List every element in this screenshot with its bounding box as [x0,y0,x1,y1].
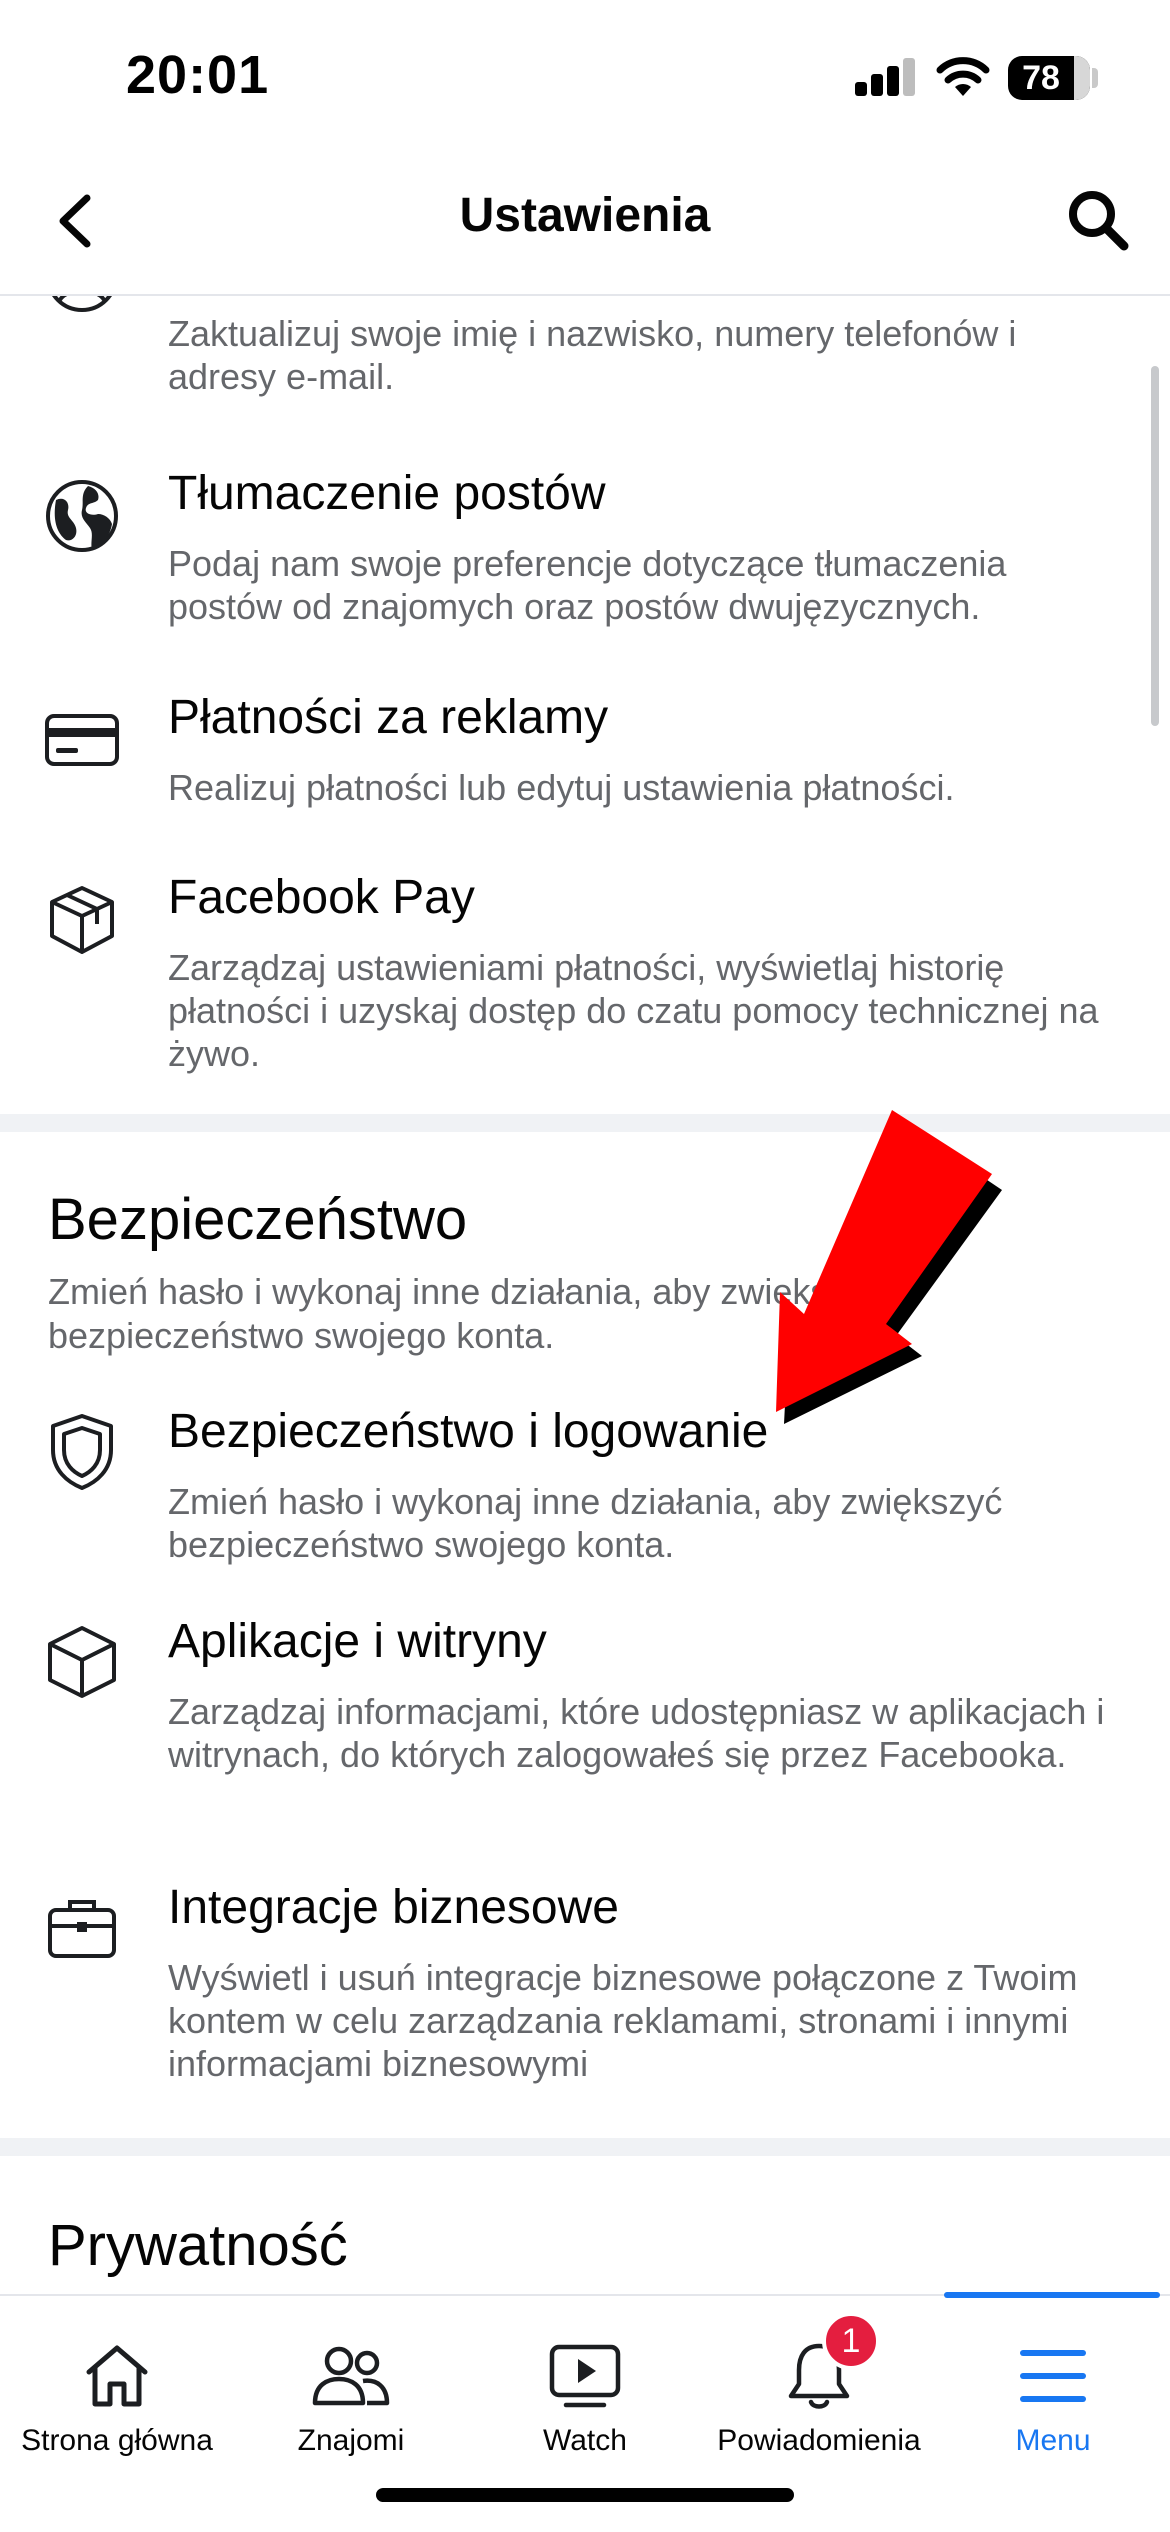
settings-item-post-translation[interactable]: Tłumaczenie postów Podaj nam swoje prefe… [0,466,1170,666]
settings-item-desc: Zarządzaj informacjami, które udostępnia… [168,1691,1105,1775]
tab-label: Strona główna [21,2424,213,2457]
section-divider [0,2138,1170,2156]
credit-card-icon [42,700,122,780]
settings-item-title: Płatności za reklamy [168,691,609,744]
settings-item-personal-info[interactable]: Zaktualizuj swoje imię i nazwisko, numer… [0,296,1170,416]
section-title-security: Bezpieczeństwo [48,1187,468,1252]
section-title-privacy: Prywatność [48,2213,348,2278]
watch-icon [468,2336,702,2416]
tab-label: Menu [1015,2424,1091,2457]
search-icon [1069,191,1129,251]
tab-home[interactable]: Strona główna [0,2296,234,2476]
home-indicator [376,2488,794,2502]
tab-notifications[interactable]: Powiadomienia [702,2296,936,2476]
battery-level: 78 [1022,59,1060,97]
wifi-icon [936,57,990,96]
settings-item-desc: Realizuj płatności lub edytuj ustawienia… [168,767,955,808]
settings-item-desc: Zarządzaj ustawieniami płatności, wyświe… [168,947,1099,1074]
settings-item-apps-websites[interactable]: Aplikacje i witryny Zarządzaj informacja… [0,1614,1170,1834]
menu-icon [936,2336,1170,2416]
settings-item-desc: Zaktualizuj swoje imię i nazwisko, numer… [168,313,1017,397]
tab-label: Znajomi [297,2424,405,2457]
settings-item-title: Facebook Pay [168,871,475,924]
settings-item-title: Aplikacje i witryny [168,1615,547,1668]
notification-badge: 1 [822,2312,880,2370]
page-title: Ustawienia [459,189,711,242]
settings-header: Ustawienia [0,150,1170,296]
settings-item-facebook-pay[interactable]: Facebook Pay Zarządzaj ustawieniami płat… [0,870,1170,1080]
status-bar: 20:01 78 [0,0,1170,150]
scrollbar[interactable] [1151,366,1159,726]
friends-icon [234,2336,468,2416]
search-button[interactable] [1058,180,1138,260]
globe-icon [42,476,122,556]
status-time: 20:01 [126,45,270,105]
settings-item-desc: Zmień hasło i wykonaj inne działania, ab… [168,1481,1003,1565]
battery-icon: 78 [1008,56,1090,100]
tab-friends[interactable]: Znajomi [234,2296,468,2476]
tab-label: Watch [543,2424,627,2457]
settings-item-ad-payments[interactable]: Płatności za reklamy Realizuj płatności … [0,690,1170,840]
settings-item-desc: Podaj nam swoje preferencje dotyczące tł… [168,543,1007,627]
settings-item-title: Tłumaczenie postów [168,467,606,520]
tab-menu[interactable]: Menu [936,2296,1170,2476]
battery-nub [1092,68,1098,88]
bell-icon [702,2336,936,2416]
annotation-arrow-icon [776,1110,1002,1424]
briefcase-icon [42,1888,122,1968]
settings-item-title: Integracje biznesowe [168,1881,619,1934]
settings-item-business-integrations[interactable]: Integracje biznesowe Wyświetl i usuń int… [0,1880,1170,2100]
tab-label: Powiadomienia [717,2424,921,2457]
person-circle-icon [42,296,122,316]
cellular-signal-icon [855,58,917,96]
home-icon [0,2336,234,2416]
settings-item-desc: Wyświetl i usuń integracje biznesowe poł… [168,1957,1078,2084]
cube-icon [42,1622,122,1702]
shield-icon [42,1412,122,1492]
settings-item-title: Bezpieczeństwo i logowanie [168,1405,769,1458]
box-icon [42,880,122,960]
tab-watch[interactable]: Watch [468,2296,702,2476]
